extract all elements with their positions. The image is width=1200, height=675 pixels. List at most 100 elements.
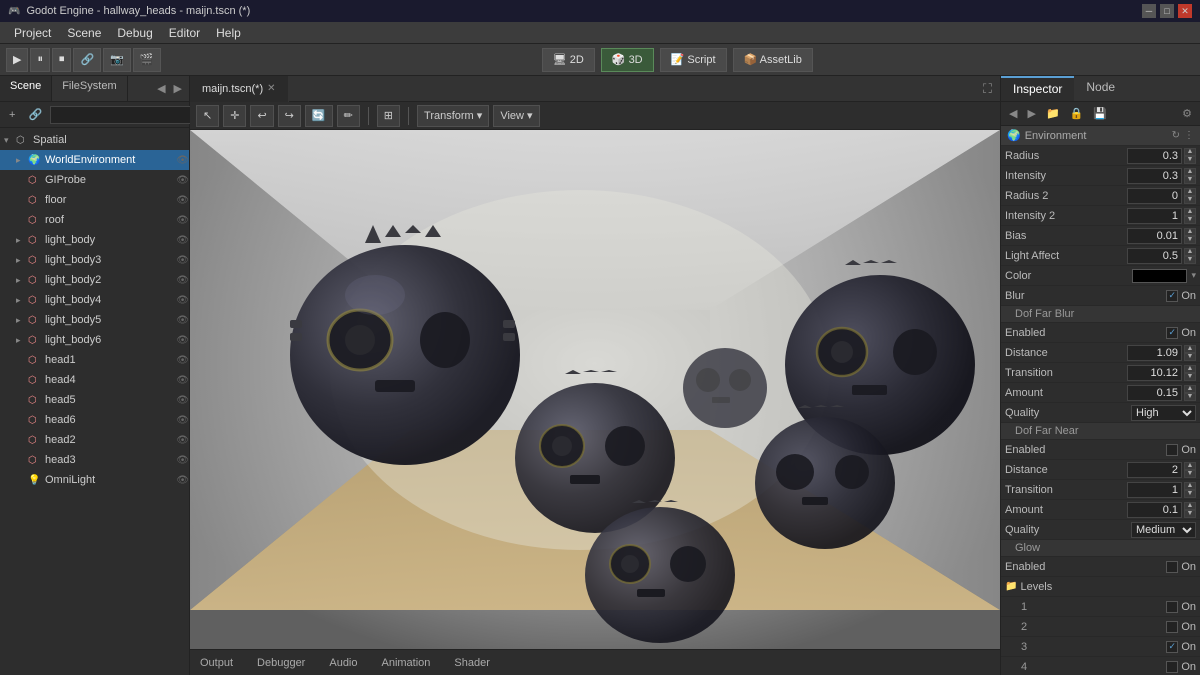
eye-icon[interactable]: 👁 <box>176 155 189 166</box>
tab-filesystem[interactable]: FileSystem <box>52 76 127 101</box>
tree-item-giprobe[interactable]: ⬡ GIProbe 👁 <box>0 170 189 190</box>
grid-button[interactable]: ⊞ <box>377 105 400 127</box>
spin-down[interactable]: ▼ <box>1184 470 1196 478</box>
glow-enabled-checkbox[interactable] <box>1166 561 1178 573</box>
eye-icon[interactable]: 👁 <box>176 415 189 426</box>
input-dof-transition[interactable] <box>1127 365 1182 381</box>
spin-down[interactable]: ▼ <box>1184 510 1196 518</box>
tab-animation[interactable]: Animation <box>378 655 435 671</box>
close-tab-button[interactable]: ✕ <box>267 83 275 94</box>
screenshot-button[interactable]: 📷 <box>103 48 131 72</box>
input-intensity[interactable] <box>1127 168 1182 184</box>
eye-icon[interactable]: 👁 <box>176 395 189 406</box>
mode-3d-button[interactable]: 🎲 3D <box>601 48 654 72</box>
spin-down[interactable]: ▼ <box>1184 236 1196 244</box>
input-dof-amount[interactable] <box>1127 385 1182 401</box>
spin-up[interactable]: ▲ <box>1184 502 1196 510</box>
spin-up[interactable]: ▲ <box>1184 148 1196 156</box>
more-button[interactable]: ⋮ <box>1184 130 1194 141</box>
lock-button[interactable]: 🔒 <box>1066 105 1088 122</box>
inspector-tab-inspector[interactable]: Inspector <box>1001 76 1074 101</box>
input-bias[interactable] <box>1127 228 1182 244</box>
menu-project[interactable]: Project <box>6 24 59 42</box>
search-input[interactable] <box>50 106 202 124</box>
tree-item-worldenv[interactable]: ▸ 🌍 WorldEnvironment 👁 <box>0 150 189 170</box>
close-button[interactable]: ✕ <box>1178 4 1192 18</box>
forward-button[interactable]: ▶ <box>1023 105 1039 122</box>
spin-down[interactable]: ▼ <box>1184 176 1196 184</box>
near-enabled-checkbox[interactable] <box>1166 444 1178 456</box>
view-button[interactable]: View ▾ <box>493 105 539 127</box>
input-intensity2[interactable] <box>1127 208 1182 224</box>
maximize-button[interactable]: □ <box>1160 4 1174 18</box>
tab-debugger[interactable]: Debugger <box>253 655 309 671</box>
level-4-checkbox[interactable] <box>1166 661 1178 673</box>
inspector-tab-node[interactable]: Node <box>1074 76 1127 101</box>
spin-up[interactable]: ▲ <box>1184 248 1196 256</box>
input-radius[interactable] <box>1127 148 1182 164</box>
tree-item-head1[interactable]: ⬡ head1 👁 <box>0 350 189 370</box>
input-radius2[interactable] <box>1127 188 1182 204</box>
tree-item-head4[interactable]: ⬡ head4 👁 <box>0 370 189 390</box>
eye-icon[interactable]: 👁 <box>176 475 189 486</box>
input-near-amount[interactable] <box>1127 502 1182 518</box>
tree-item-floor[interactable]: ⬡ floor 👁 <box>0 190 189 210</box>
spin-down[interactable]: ▼ <box>1184 196 1196 204</box>
spin-up[interactable]: ▲ <box>1184 168 1196 176</box>
level-1-checkbox[interactable] <box>1166 601 1178 613</box>
eye-icon[interactable]: 👁 <box>176 195 189 206</box>
input-near-distance[interactable] <box>1127 462 1182 478</box>
spin-up[interactable]: ▲ <box>1184 228 1196 236</box>
eye-icon[interactable]: 👁 <box>176 435 189 446</box>
mode-assetlib-button[interactable]: 📦 AssetLib <box>733 48 813 72</box>
select-tool-button[interactable]: ↖ <box>196 105 219 127</box>
menu-editor[interactable]: Editor <box>161 24 208 42</box>
spin-up[interactable]: ▲ <box>1184 462 1196 470</box>
menu-help[interactable]: Help <box>208 24 249 42</box>
spin-up[interactable]: ▲ <box>1184 385 1196 393</box>
input-dof-distance[interactable] <box>1127 345 1182 361</box>
tree-item-lightbody3[interactable]: ▸ ⬡ light_body3 👁 <box>0 250 189 270</box>
link-button[interactable]: 🔗 <box>23 105 47 124</box>
input-lightaffect[interactable] <box>1127 248 1182 264</box>
mode-script-button[interactable]: 📝 Script <box>660 48 727 72</box>
color-swatch[interactable] <box>1132 269 1187 283</box>
level-2-checkbox[interactable] <box>1166 621 1178 633</box>
spin-up[interactable]: ▲ <box>1184 365 1196 373</box>
redo-button[interactable]: ↪ <box>278 105 301 127</box>
eye-icon[interactable]: 👁 <box>176 315 189 326</box>
spin-up[interactable]: ▲ <box>1184 208 1196 216</box>
spin-down[interactable]: ▼ <box>1184 393 1196 401</box>
eye-icon[interactable]: 👁 <box>176 335 189 346</box>
eye-icon[interactable]: 👁 <box>176 175 189 186</box>
spin-up[interactable]: ▲ <box>1184 345 1196 353</box>
input-near-transition[interactable] <box>1127 482 1182 498</box>
play-button[interactable]: ▶ <box>6 48 28 72</box>
eye-icon[interactable]: 👁 <box>176 455 189 466</box>
move-tool-button[interactable]: ✛ <box>223 105 246 127</box>
tree-item-lightbody[interactable]: ▸ ⬡ light_body 👁 <box>0 230 189 250</box>
menu-debug[interactable]: Debug <box>109 24 160 42</box>
spin-down[interactable]: ▼ <box>1184 490 1196 498</box>
expand-viewport-button[interactable]: ⛶ <box>975 81 1000 97</box>
tree-item-spatial[interactable]: ▾ ⬡ Spatial <box>0 130 189 150</box>
eye-icon[interactable]: 👁 <box>176 235 189 246</box>
spin-down[interactable]: ▼ <box>1184 256 1196 264</box>
panel-left-btn[interactable]: ◀ <box>154 81 168 96</box>
record-button[interactable]: 🎬 <box>133 48 161 72</box>
tree-item-head2[interactable]: ⬡ head2 👁 <box>0 430 189 450</box>
select-near-quality[interactable]: Medium High Low <box>1131 522 1196 538</box>
tab-output[interactable]: Output <box>196 655 237 671</box>
back-button[interactable]: ◀ <box>1005 105 1021 122</box>
folder-button[interactable]: 📁 <box>1042 105 1064 122</box>
tab-scene[interactable]: Scene <box>0 76 52 101</box>
select-dof-quality[interactable]: High Medium Low <box>1131 405 1196 421</box>
stop-button[interactable]: ⏹ <box>52 48 72 72</box>
tree-item-head3[interactable]: ⬡ head3 👁 <box>0 450 189 470</box>
blur-checkbox[interactable]: ✓ <box>1166 290 1178 302</box>
tree-item-lightbody6[interactable]: ▸ ⬡ light_body6 👁 <box>0 330 189 350</box>
eye-icon[interactable]: 👁 <box>176 295 189 306</box>
tree-item-head5[interactable]: ⬡ head5 👁 <box>0 390 189 410</box>
tab-audio[interactable]: Audio <box>325 655 361 671</box>
eye-icon[interactable]: 👁 <box>176 275 189 286</box>
